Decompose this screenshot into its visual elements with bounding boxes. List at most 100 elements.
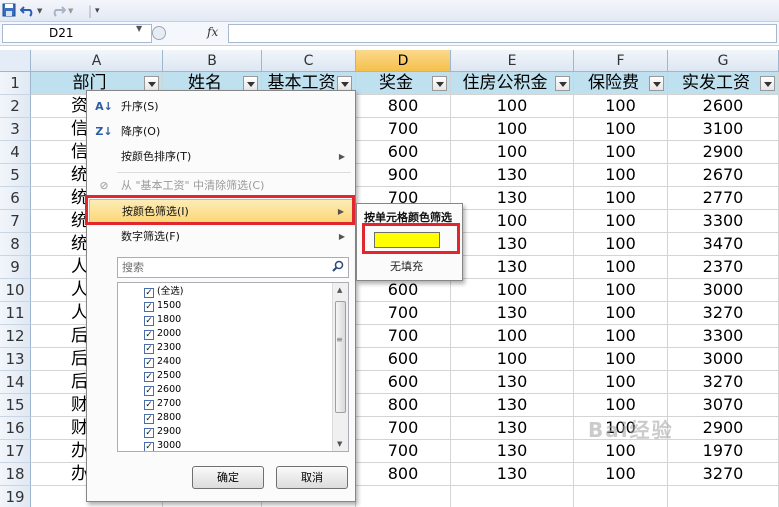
housing-fund-cell[interactable]: 130 [451,463,574,486]
bonus-cell[interactable]: 800 [356,394,451,417]
insurance-cell[interactable]: 100 [574,187,668,210]
net-pay-cell[interactable]: 3270 [668,463,779,486]
housing-fund-cell[interactable]: 130 [451,440,574,463]
housing-fund-cell[interactable]: 100 [451,95,574,118]
housing-fund-cell[interactable]: 130 [451,164,574,187]
checkbox-checked-icon[interactable]: ✓ [144,414,154,424]
bonus-cell[interactable]: 700 [356,417,451,440]
filter-dropdown-icon[interactable] [432,76,447,91]
name-box[interactable]: D21 [2,24,152,43]
insurance-cell[interactable]: 100 [574,233,668,256]
net-pay-cell[interactable]: 2370 [668,256,779,279]
no-fill-item[interactable]: 无填充 [390,258,423,274]
checkbox-checked-icon[interactable]: ✓ [144,386,154,396]
checklist-item[interactable]: ✓ 2500 [144,369,181,383]
insurance-cell[interactable]: 100 [574,256,668,279]
column-header-g[interactable]: G [668,50,779,72]
header-cell[interactable]: 保险费 [574,72,668,95]
insurance-cell[interactable]: 100 [574,141,668,164]
bonus-cell[interactable]: 600 [356,141,451,164]
cancel-button[interactable]: 取消 [276,466,348,489]
empty-cell[interactable] [574,486,668,507]
checklist-item[interactable]: ✓ 1800 [144,313,181,327]
row-header-11[interactable]: 11 [0,302,31,325]
sort-ascending-item[interactable]: A↓ 升序(S) [89,95,353,119]
checkbox-checked-icon[interactable]: ✓ [144,358,154,368]
row-header-3[interactable]: 3 [0,118,31,141]
checkbox-checked-icon[interactable]: ✓ [144,372,154,382]
net-pay-cell[interactable]: 3270 [668,371,779,394]
housing-fund-cell[interactable]: 100 [451,210,574,233]
net-pay-cell[interactable]: 2900 [668,141,779,164]
housing-fund-cell[interactable]: 100 [451,279,574,302]
insurance-cell[interactable]: 100 [574,440,668,463]
filter-dropdown-icon[interactable] [337,76,352,91]
checklist-item[interactable]: ✓ 2300 [144,341,181,355]
insurance-cell[interactable]: 100 [574,371,668,394]
empty-cell[interactable] [356,486,451,507]
row-header-5[interactable]: 5 [0,164,31,187]
empty-cell[interactable] [451,486,574,507]
insurance-cell[interactable]: 100 [574,302,668,325]
row-header-15[interactable]: 15 [0,394,31,417]
checkbox-checked-icon[interactable]: ✓ [144,344,154,354]
insurance-cell[interactable]: 100 [574,279,668,302]
bonus-cell[interactable]: 600 [356,348,451,371]
header-cell[interactable]: 奖金 [356,72,451,95]
housing-fund-cell[interactable]: 130 [451,256,574,279]
ok-button[interactable]: 确定 [192,466,264,489]
checkbox-checked-icon[interactable]: ✓ [144,288,154,298]
bonus-cell[interactable]: 700 [356,440,451,463]
housing-fund-cell[interactable]: 130 [451,233,574,256]
housing-fund-cell[interactable]: 130 [451,302,574,325]
row-header-14[interactable]: 14 [0,371,31,394]
column-header-c[interactable]: C [262,50,356,72]
checklist-item[interactable]: ✓ 2900 [144,425,181,439]
checkbox-checked-icon[interactable]: ✓ [144,330,154,340]
row-header-2[interactable]: 2 [0,95,31,118]
filter-dropdown-icon[interactable] [760,76,775,91]
housing-fund-cell[interactable]: 130 [451,417,574,440]
insurance-cell[interactable]: 100 [574,164,668,187]
housing-fund-cell[interactable]: 100 [451,118,574,141]
row-header-8[interactable]: 8 [0,233,31,256]
row-header-9[interactable]: 9 [0,256,31,279]
checkbox-checked-icon[interactable]: ✓ [144,302,154,312]
bonus-cell[interactable]: 600 [356,371,451,394]
number-filter-item[interactable]: 数字筛选(F) ▶ [89,225,353,249]
row-header-13[interactable]: 13 [0,348,31,371]
net-pay-cell[interactable]: 1970 [668,440,779,463]
scroll-down-icon[interactable]: ▼ [337,440,342,448]
checkbox-checked-icon[interactable]: ✓ [144,316,154,326]
column-header-e[interactable]: E [451,50,574,72]
checklist-item[interactable]: ✓ 2400 [144,355,181,369]
select-all-corner[interactable] [0,50,31,72]
net-pay-cell[interactable]: 2670 [668,164,779,187]
bonus-cell[interactable]: 700 [356,325,451,348]
bonus-cell[interactable]: 700 [356,118,451,141]
insurance-cell[interactable]: 100 [574,463,668,486]
insert-function-icon[interactable]: fx [207,25,218,39]
undo-icon[interactable] [19,3,36,19]
checkbox-checked-icon[interactable]: ✓ [144,442,154,451]
redo-dropdown-icon[interactable]: ▼ [68,3,73,19]
save-icon[interactable] [2,3,16,19]
checklist-item[interactable]: ✓ 2600 [144,383,181,397]
row-header-12[interactable]: 12 [0,325,31,348]
undo-dropdown-icon[interactable]: ▼ [37,3,42,19]
bonus-cell[interactable]: 900 [356,164,451,187]
housing-fund-cell[interactable]: 130 [451,394,574,417]
row-header-1[interactable]: 1 [0,72,31,95]
checklist-item[interactable]: ✓ 1500 [144,299,181,313]
column-header-a[interactable]: A [31,50,163,72]
filter-dropdown-icon[interactable] [243,76,258,91]
net-pay-cell[interactable]: 2600 [668,95,779,118]
insurance-cell[interactable]: 100 [574,348,668,371]
checklist-item[interactable]: ✓ 2700 [144,397,181,411]
housing-fund-cell[interactable]: 100 [451,325,574,348]
bonus-cell[interactable]: 600 [356,279,451,302]
column-header-f[interactable]: F [574,50,668,72]
bonus-cell[interactable]: 800 [356,463,451,486]
sort-by-color-item[interactable]: 按颜色排序(T) ▶ [89,145,353,169]
bonus-cell[interactable]: 700 [356,302,451,325]
